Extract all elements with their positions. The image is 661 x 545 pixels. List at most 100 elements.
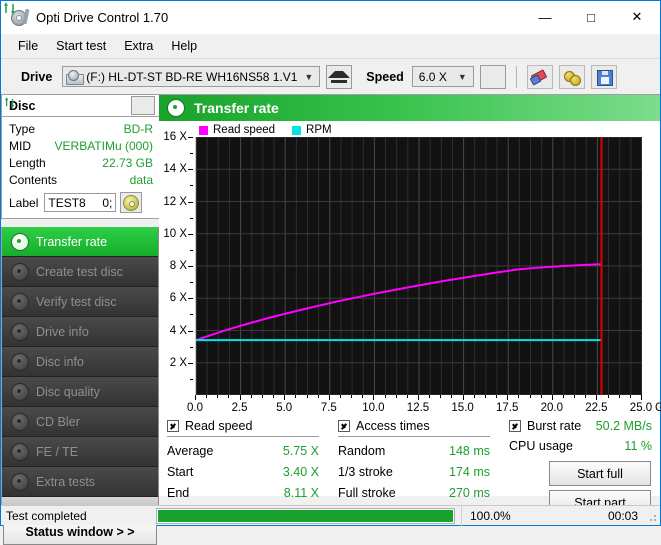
read-speed-header: Read speed — [167, 419, 338, 436]
sidebar-item-create-test-disc[interactable]: Create test disc — [2, 257, 158, 287]
x-axis-minor-tick — [362, 395, 364, 398]
disc-icon — [11, 292, 29, 311]
chart-plot-area: 2 X4 X6 X8 X 10 X 12 X 14 X 16 X 0.0 2.5 5.0 7.… — [159, 131, 661, 421]
sidebar-item-extra-tests[interactable]: Extra tests — [2, 467, 158, 497]
test-nav-list: Transfer rate Create test disc Verify te… — [1, 227, 159, 497]
burst-rate-checkbox[interactable] — [509, 420, 521, 432]
chart-y-axis: 2 X 4 X 6 X 8 X 10 X 12 X 14 X 16 X — [159, 131, 193, 395]
chart-canvas[interactable] — [195, 136, 643, 396]
result-value: 148 ms — [449, 444, 490, 458]
close-button[interactable]: ✕ — [614, 1, 660, 33]
chain-button[interactable] — [558, 64, 585, 89]
status-bar: Test completed 100.0% 00:03 — [1, 505, 660, 526]
x-axis-minor-tick — [228, 395, 230, 398]
disc-icon — [123, 194, 140, 211]
y-axis-tick — [188, 137, 193, 138]
access-times-checkbox[interactable] — [338, 420, 350, 432]
sidebar-item-cd-bler[interactable]: CD Bler — [2, 407, 158, 437]
x-axis-minor-tick — [395, 395, 397, 398]
x-axis-minor-tick — [607, 395, 609, 398]
x-axis-minor-tick — [529, 395, 531, 398]
result-row-start: Start 3.40 X — [167, 462, 319, 483]
sidebar-item-transfer-rate[interactable]: Transfer rate — [2, 227, 158, 257]
disc-icon — [11, 232, 29, 251]
result-row-random: Random 148 ms — [338, 441, 490, 462]
y-axis-minor-tick — [190, 378, 193, 380]
sidebar-item-verify-test-disc[interactable]: Verify test disc — [2, 287, 158, 317]
burst-rate-value: 50.2 MB/s — [595, 419, 652, 433]
disc-refresh-button[interactable] — [4, 96, 155, 115]
result-value: 8.11 X — [283, 486, 319, 500]
disc-icon — [167, 99, 185, 117]
read-speed-checkbox[interactable] — [167, 420, 179, 432]
y-axis-minor-tick — [190, 346, 193, 348]
menu-file[interactable]: File — [9, 36, 47, 56]
sidebar-item-label: Disc info — [36, 354, 84, 369]
speed-select[interactable]: 6.0 X ▼ — [411, 66, 474, 87]
menu-start-test[interactable]: Start test — [47, 36, 115, 56]
y-axis-tick — [188, 362, 193, 364]
result-value: 11 % — [624, 439, 652, 453]
disc-row-key: Contents — [9, 173, 58, 187]
x-axis-minor-tick — [585, 395, 587, 398]
menu-bar: File Start test Extra Help — [1, 34, 660, 59]
x-axis-minor-tick — [574, 395, 576, 398]
sidebar-item-disc-info[interactable]: Disc info — [2, 347, 158, 377]
erase-button[interactable] — [526, 64, 553, 89]
x-axis-minor-tick — [540, 395, 542, 398]
save-button[interactable] — [590, 64, 617, 89]
disc-detail-button[interactable] — [120, 192, 143, 213]
y-axis-minor-tick — [190, 185, 193, 187]
refresh-icon — [4, 97, 16, 109]
maximize-button[interactable]: □ — [568, 1, 614, 33]
results-panel: Read speed Average 5.75 X Start 3.40 X E… — [159, 413, 661, 515]
menu-help[interactable]: Help — [162, 36, 206, 56]
y-axis-minor-tick — [190, 249, 193, 251]
minimize-button[interactable]: — — [522, 1, 568, 33]
disc-label-value: TEST8 — [48, 195, 86, 210]
refresh-icon — [3, 2, 17, 16]
drive-select-value: (F:) HL-DT-ST BD-RE WH16NS58 1.V1 — [86, 69, 298, 84]
sidebar-item-fe-te[interactable]: FE / TE — [2, 437, 158, 467]
sidebar-item-drive-info[interactable]: Drive info — [2, 317, 158, 347]
y-axis-tick — [188, 233, 193, 235]
disc-icon — [11, 262, 29, 281]
progress-fill — [158, 509, 453, 522]
sidebar-item-label: Transfer rate — [36, 234, 108, 249]
y-axis-minor-tick — [190, 153, 193, 155]
disc-icon — [11, 382, 29, 401]
x-axis-minor-tick — [273, 395, 275, 398]
disc-label-key: Label — [9, 195, 39, 210]
y-axis-tick-label: 12 X — [163, 195, 187, 208]
progress-bar — [156, 507, 455, 524]
resize-grip-icon[interactable] — [647, 512, 657, 522]
x-axis-tick — [641, 395, 642, 400]
eject-icon — [328, 70, 351, 78]
divider — [167, 436, 319, 437]
chart-header: Transfer rate — [159, 95, 660, 121]
disc-label-input[interactable]: TEST8 0; — [44, 193, 117, 212]
menu-extra[interactable]: Extra — [115, 36, 162, 56]
x-axis-minor-tick — [629, 395, 631, 398]
start-full-button[interactable]: Start full — [549, 461, 651, 486]
refresh-button[interactable] — [4, 2, 506, 89]
sidebar-item-label: Verify test disc — [36, 294, 117, 309]
disc-row-key: Length — [9, 156, 46, 170]
sidebar-item-label: Disc quality — [36, 384, 100, 399]
y-axis-tick — [188, 169, 193, 171]
eject-button[interactable] — [326, 64, 353, 89]
x-axis-tick — [551, 395, 553, 400]
sidebar-item-disc-quality[interactable]: Disc quality — [2, 377, 158, 407]
chart-legend: Read speed RPM — [159, 121, 660, 137]
disc-row-mid: MID VERBATIMu (000) — [9, 138, 153, 155]
disc-icon — [11, 352, 29, 371]
drive-select[interactable]: (F:) HL-DT-ST BD-RE WH16NS58 1.V1 ▼ — [62, 66, 321, 87]
progress-percent: 100.0% — [461, 505, 554, 526]
x-axis-minor-tick — [562, 395, 564, 398]
toolbar-divider — [515, 65, 517, 88]
x-axis-minor-tick — [339, 395, 341, 398]
result-key: Average — [167, 444, 214, 458]
result-key: Full stroke — [338, 486, 396, 500]
x-axis-minor-tick — [295, 395, 297, 398]
y-axis-tick-label: 2 X — [169, 356, 187, 369]
